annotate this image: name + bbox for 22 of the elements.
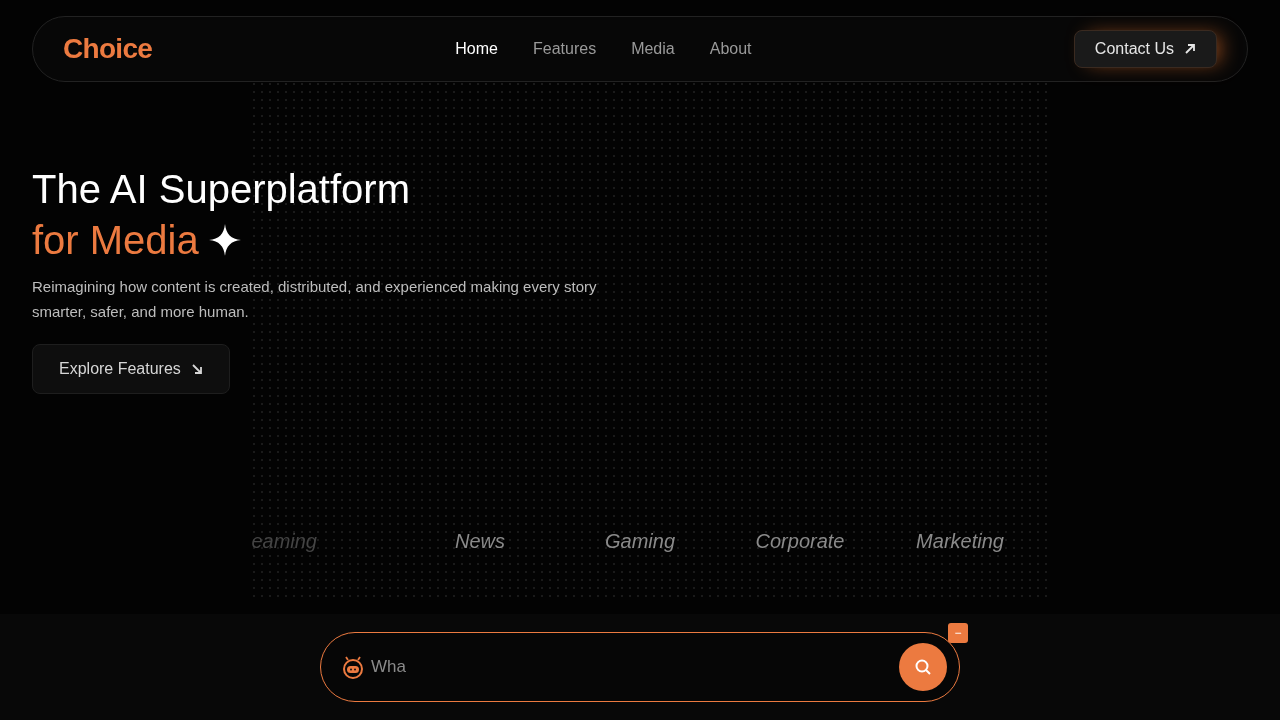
category-label: eaming	[250, 529, 318, 554]
arrow-down-right-icon	[190, 363, 203, 375]
search-field[interactable]: Wha	[371, 654, 893, 680]
sparkle-icon	[208, 224, 241, 256]
hero-title: The AI Superplatform	[32, 166, 410, 213]
nav-link[interactable]: About	[709, 37, 752, 61]
nav-link[interactable]: Home	[455, 37, 498, 61]
search-icon	[914, 658, 932, 676]
nav-link[interactable]: Features	[533, 37, 597, 61]
category-label: News	[454, 529, 506, 554]
category-label: Gaming	[604, 529, 676, 554]
hero-title-accent: for Media	[32, 217, 199, 264]
category-label: Marketing	[915, 529, 1005, 554]
nav-link[interactable]: Media	[631, 37, 675, 61]
category-label: Corporate	[754, 529, 846, 554]
contact-button[interactable]: Contact Us	[1073, 30, 1217, 68]
explore-button[interactable]: Explore Features	[32, 344, 230, 394]
arrow-up-right-icon	[1184, 43, 1196, 55]
hero-subtitle: Reimagining how content is created, distributed, and experienced making every story smarter, safer, and more human.	[32, 277, 598, 322]
search-button[interactable]	[899, 643, 947, 691]
logo[interactable]: Choice	[63, 28, 363, 70]
robot-icon	[341, 655, 365, 679]
